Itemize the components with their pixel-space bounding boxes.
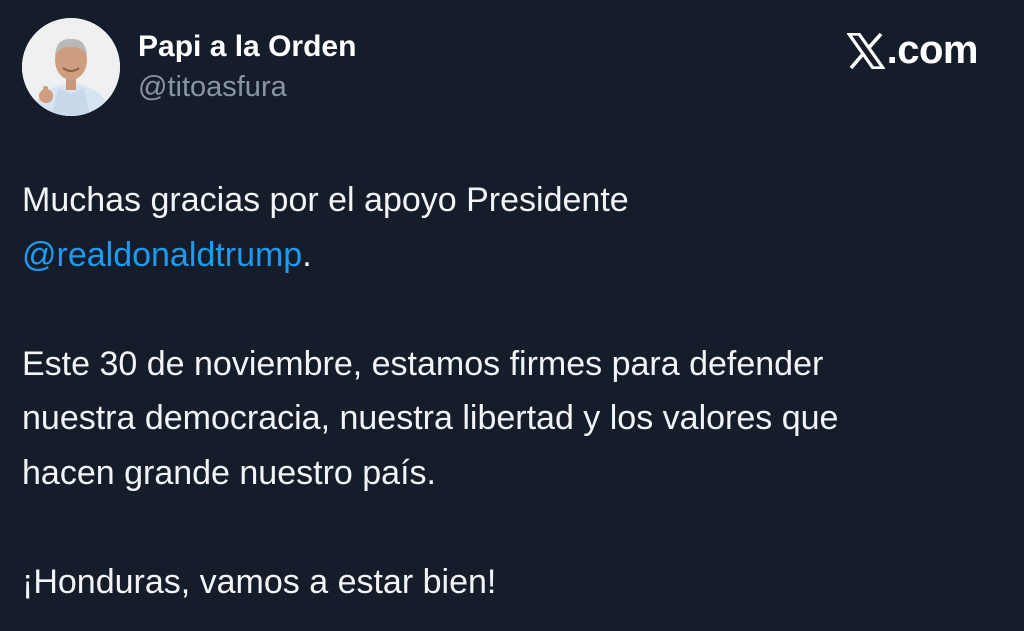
brand-logo-text: .com <box>886 28 979 72</box>
tweet-line: @realdonaldtrump. <box>22 228 982 283</box>
avatar[interactable] <box>22 18 120 116</box>
profile-photo-icon <box>22 18 120 116</box>
author-handle[interactable]: @titoasfura <box>138 68 356 106</box>
brand-logo: .com <box>846 28 979 73</box>
x-logo-icon <box>846 32 885 69</box>
tweet-line: hacen grande nuestro país. <box>22 453 436 492</box>
tweet-card: Papi a la Orden @titoasfura .com Muchas … <box>0 0 1024 631</box>
author-names: Papi a la Orden @titoasfura <box>138 28 356 106</box>
tweet-line: ¡Honduras, vamos a estar bien! <box>22 562 497 601</box>
tweet-line: Muchas gracias por el apoyo Presidente <box>22 181 629 219</box>
mention-link[interactable]: @realdonaldtrump <box>22 236 302 274</box>
tweet-header: Papi a la Orden @titoasfura <box>22 18 356 116</box>
author-display-name[interactable]: Papi a la Orden <box>138 28 356 66</box>
mention-suffix: . <box>302 235 312 274</box>
tweet-body: Muchas gracias por el apoyo Presidente @… <box>22 173 982 609</box>
tweet-line: Este 30 de noviembre, estamos firmes par… <box>22 344 824 383</box>
tweet-line: nuestra democracia, nuestra libertad y l… <box>22 399 839 437</box>
